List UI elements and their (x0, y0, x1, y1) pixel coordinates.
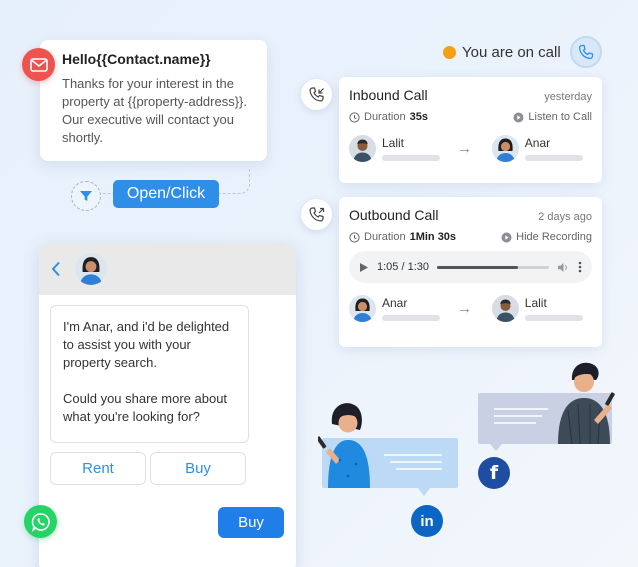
status-dot (443, 46, 456, 59)
receiver-name: Anar (524, 136, 551, 150)
receiver-name: Lalit (524, 296, 547, 310)
redacted-number (524, 155, 583, 161)
clock-icon (349, 111, 360, 123)
avatar-female (491, 135, 519, 162)
whatsapp-icon (24, 505, 57, 538)
redacted-number (382, 155, 440, 161)
receiver: Lalit (491, 295, 592, 322)
phone-icon[interactable] (570, 36, 602, 68)
quick-reply-buy[interactable]: Buy (150, 452, 246, 485)
clock-icon (349, 231, 360, 243)
filter-icon[interactable] (71, 181, 101, 211)
avatar-female (349, 295, 376, 322)
sent-message: Buy (218, 507, 284, 538)
caller-name: Anar (382, 296, 408, 310)
chat-message: I'm Anar, and i'd be delighted to assist… (50, 305, 249, 443)
play-circle-icon (513, 112, 524, 122)
email-icon (22, 48, 55, 81)
facebook-icon: f (478, 457, 510, 489)
caller: Lalit (349, 135, 449, 162)
duration-value: 35s (409, 111, 428, 123)
email-body: Thanks for your interest in the property… (62, 76, 248, 145)
listen-to-call-button[interactable]: Listen to Call (513, 111, 592, 123)
chat-message-line: I'm Anar, and i'd be delighted to assist… (63, 319, 230, 370)
receiver: Anar (491, 135, 592, 162)
inbound-call-icon (301, 79, 332, 110)
duration-label: Duration (364, 111, 406, 123)
avatar-male (349, 135, 376, 162)
more-options-icon[interactable] (578, 261, 582, 273)
audio-seek-bar[interactable] (437, 265, 549, 269)
chat-avatar (75, 253, 107, 285)
play-circle-icon (501, 232, 512, 242)
caller-name: Lalit (382, 136, 405, 150)
open-click-trigger[interactable]: Open/Click (113, 180, 219, 208)
audio-seek-progress (437, 265, 518, 269)
hide-recording-button[interactable]: Hide Recording (501, 231, 592, 243)
redacted-number (382, 315, 440, 321)
volume-icon[interactable] (557, 262, 570, 273)
duration-value: 1Min 30s (409, 231, 457, 243)
caller: Anar (349, 295, 449, 322)
linkedin-icon: in (411, 505, 443, 537)
call-time: 2 days ago (538, 211, 592, 223)
call-time: yesterday (544, 91, 592, 103)
email-template-card: Hello{{Contact.name}} Thanks for your in… (40, 40, 267, 161)
call-status-text: You are on call (462, 44, 561, 61)
call-title: Outbound Call (349, 207, 439, 223)
woman-illustration (318, 403, 370, 488)
outbound-call-icon (301, 199, 332, 230)
duration-label: Duration (364, 231, 406, 243)
call-title: Inbound Call (349, 87, 428, 103)
inbound-call-card: Inbound Call yesterday Duration 35s List… (339, 77, 602, 183)
redacted-number (524, 315, 583, 321)
chat-header (39, 243, 296, 295)
arrow-right-icon: → (457, 300, 472, 317)
chat-message-line: Could you share more about what you're l… (63, 391, 228, 424)
arrow-right-icon: → (457, 140, 472, 157)
hide-recording-label: Hide Recording (516, 231, 592, 243)
audio-player: 1:05 / 1:30 (349, 251, 592, 283)
back-icon[interactable] (51, 261, 61, 277)
audio-position: 1:05 / 1:30 (377, 261, 429, 273)
man-illustration (558, 362, 615, 444)
avatar-male (491, 295, 519, 322)
outbound-call-card: Outbound Call 2 days ago Duration 1Min 3… (339, 197, 602, 347)
whatsapp-chat-window: I'm Anar, and i'd be delighted to assist… (39, 243, 296, 567)
email-title: Hello{{Contact.name}} (62, 51, 211, 67)
quick-reply-rent[interactable]: Rent (50, 452, 146, 485)
play-icon[interactable] (359, 262, 369, 273)
listen-to-call-label: Listen to Call (528, 111, 592, 123)
